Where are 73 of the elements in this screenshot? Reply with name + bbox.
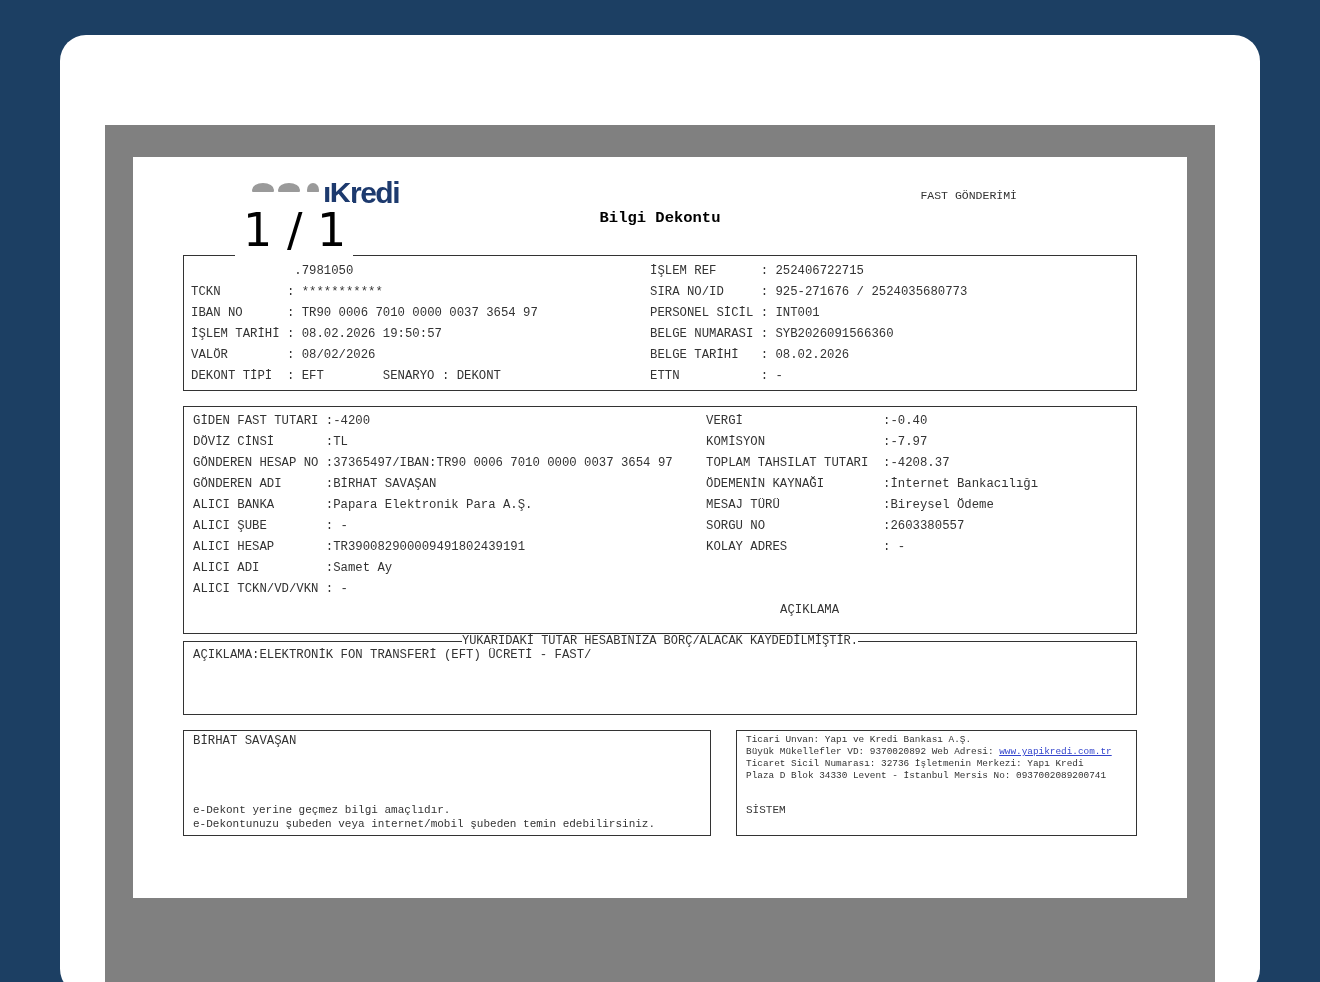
field-value: :İnternet Bankacılığı xyxy=(883,476,1039,493)
field-label: TOPLAM TAHSILAT TUTARI xyxy=(706,455,870,472)
field-value: :TR390082900009491802439191 xyxy=(325,539,526,556)
field-value: :37365497/IBAN:TR90 0006 7010 0000 0037 3654 97 xyxy=(325,455,673,472)
field-value: : - xyxy=(883,539,906,556)
info-note: e-Dekontunuzu şubeden veya internet/mobil şubeden temin edebilirsiniz. xyxy=(193,817,657,831)
field-value: : INT001 xyxy=(760,305,820,322)
field-label: VALÖR xyxy=(191,347,229,364)
field-label: ÖDEMENİN KAYNAĞI xyxy=(706,475,826,493)
bank-info-text: Ticari Unvan: Yapı ve Kredi Bankası A.Ş. xyxy=(746,734,973,746)
field-value: : TR90 0006 7010 0000 0037 3654 97 xyxy=(286,305,538,322)
field-label: GÖNDEREN HESAP NO xyxy=(193,455,320,472)
bank-info-text: Ticaret Sicil Numarası: 32736 İşletmenin Merkezi: Yapı Kredi xyxy=(746,758,1085,770)
field-value: : 08.02.2026 xyxy=(760,347,850,364)
customer-name: BİRHAT SAVAŞAN xyxy=(193,733,298,750)
field-value: :-4208.37 xyxy=(883,455,950,472)
page-indicator: 1 / 1 xyxy=(235,202,353,258)
signature-text: SİSTEM xyxy=(746,802,787,818)
field-value: :Papara Elektronik Para A.Ş. xyxy=(325,497,533,514)
field-label: GÖNDEREN ADI xyxy=(193,476,283,493)
field-label: DÖVİZ CİNSİ xyxy=(193,434,276,451)
field-label: ALICI BANKA xyxy=(193,497,276,514)
field-label: MESAJ TÜRÜ xyxy=(706,497,781,514)
field-value: : *********** xyxy=(286,284,383,301)
field-label: SORGU NO xyxy=(706,518,767,535)
field-value: :-4200 xyxy=(325,413,371,430)
field-value: :2603380557 xyxy=(883,518,965,535)
field-label: PERSONEL SİCİL xyxy=(650,305,755,322)
field-value: :TL xyxy=(325,434,348,451)
field-value: .7981050 xyxy=(294,263,354,280)
field-value: :-0.40 xyxy=(883,413,928,430)
field-label: GİDEN FAST TUTARI xyxy=(193,413,320,430)
field-value: : 252406722715 xyxy=(760,263,864,280)
field-label: SENARYO xyxy=(382,368,435,385)
field-label: VERGİ xyxy=(706,413,744,430)
field-label: KOMİSYON xyxy=(706,434,767,451)
field-label: ALICI TCKN/VD/VKN xyxy=(193,581,320,598)
field-value: :Bireysel Ödeme xyxy=(883,497,994,514)
description-text: AÇIKLAMA:ELEKTRONİK FON TRANSFERİ (EFT) ÜCRETİ - FAST/ xyxy=(193,647,593,664)
field-value: : SYB2026091566360 xyxy=(760,326,894,343)
field-label: KOLAY ADRES xyxy=(706,539,789,556)
bank-info-text: Plaza D Blok 34330 Levent - İstanbul Mersis No: 0937002089200741 xyxy=(746,770,1108,782)
transfer-type: FAST GÖNDERİMİ xyxy=(920,188,1017,204)
field-value: :-7.97 xyxy=(883,434,928,451)
field-label: BELGE TARİHİ xyxy=(650,347,740,364)
field-value: : EFT xyxy=(286,368,325,385)
field-label: ETTN xyxy=(650,368,681,385)
notice-text: YUKARIDAKİ TUTAR HESABINIZA BORÇ/ALACAK KAYDEDİLMİŞTİR. xyxy=(461,634,859,648)
field-label: ALICI ŞUBE xyxy=(193,518,268,535)
field-label: ALICI ADI xyxy=(193,560,261,577)
field-label: İŞLEM TARİHİ xyxy=(191,326,281,343)
field-value: : - xyxy=(325,581,348,598)
field-label: TCKN xyxy=(191,284,222,301)
field-value: :Samet Ay xyxy=(325,560,393,577)
field-label: DEKONT TİPİ xyxy=(191,368,274,385)
field-label: IBAN NO xyxy=(191,305,244,322)
bank-info-text: Büyük Mükellefler VD: 9370020892 Web Adresi: xyxy=(746,746,995,758)
field-value: : 08.02.2026 19:50:57 xyxy=(286,326,442,343)
info-note: e-Dekont yerine geçmez bilgi amaçlıdır. xyxy=(193,803,452,817)
field-value: : 08/02/2026 xyxy=(286,347,376,364)
field-value: : 925-271676 / 2524035680773 xyxy=(760,284,968,301)
field-value: : DEKONT xyxy=(440,368,501,385)
field-label: İŞLEM REF xyxy=(650,263,718,280)
field-value: :BİRHAT SAVAŞAN xyxy=(325,476,437,493)
field-value: : - xyxy=(760,368,783,385)
logo-mark-icon xyxy=(251,180,321,192)
document-title: Bilgi Dekontu xyxy=(599,208,721,229)
field-label: BELGE NUMARASI xyxy=(650,326,755,343)
field-value: : - xyxy=(325,518,348,535)
website-link[interactable]: www.yapikredi.com.tr xyxy=(999,746,1112,758)
field-label: ALICI HESAP xyxy=(193,539,276,556)
section-heading: AÇIKLAMA xyxy=(780,602,840,619)
field-label: SIRA NO/ID xyxy=(650,284,725,301)
